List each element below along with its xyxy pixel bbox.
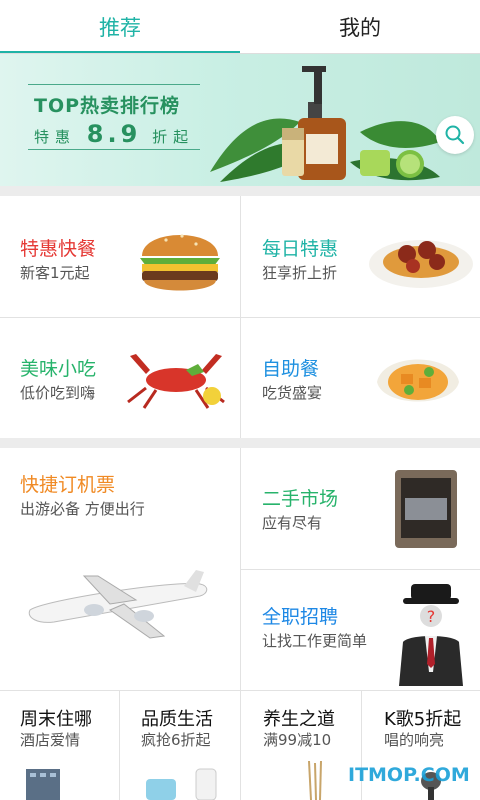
card-flight-booking[interactable]: 快捷订机票 出游必备 方便出行 [0, 448, 240, 690]
banner-sub-suffix: 折起 [152, 128, 195, 146]
top-tab-bar: 推荐 我的 [0, 0, 480, 54]
card-buffet[interactable]: 自助餐 吃货盛宴 [241, 318, 480, 438]
banner-title: TOP热卖排行榜 [34, 95, 181, 117]
phone-icon [395, 470, 457, 548]
search-icon [445, 125, 465, 145]
bottles-icon [146, 768, 217, 800]
tab-mine-label: 我的 [339, 16, 381, 40]
card-subtitle: 应有尽有 [262, 514, 323, 532]
card-title: 自助餐 [262, 358, 320, 380]
banner-subtitle: 特惠 8.9 折起 [34, 120, 194, 148]
card-daily-deal[interactable]: 每日特惠 狂享折上折 [241, 196, 480, 317]
card-second-hand[interactable]: 二手市场 应有尽有 [241, 448, 480, 569]
watermark: ITMOP.COM [348, 764, 470, 786]
card-title: 每日特惠 [262, 238, 339, 260]
card-weekend-stay[interactable]: 周末住哪 酒店爱情 [0, 691, 119, 800]
card-title: 全职招聘 [262, 606, 339, 628]
tab-mine[interactable]: 我的 [240, 0, 480, 54]
dish-icon [377, 359, 459, 402]
card-subtitle: 低价吃到嗨 [20, 384, 96, 402]
tab-recommend-label: 推荐 [99, 16, 141, 40]
card-title: 品质生活 [141, 709, 213, 730]
card-title: 美味小吃 [20, 358, 97, 380]
card-subtitle: 让找工作更简单 [262, 632, 368, 650]
search-button[interactable] [436, 116, 474, 154]
banner-sub-value: 8.9 [86, 120, 142, 148]
card-subtitle: 满99减10 [263, 731, 332, 749]
card-title: 二手市场 [262, 488, 339, 510]
spaghetti-icon [369, 240, 473, 288]
cosmetics-products-icon [210, 66, 440, 182]
card-title: 快捷订机票 [20, 474, 116, 496]
burger-icon [140, 234, 220, 291]
building-icon [26, 769, 60, 800]
card-subtitle: 狂享折上折 [262, 264, 338, 282]
card-subtitle: 吃货盛宴 [262, 384, 323, 402]
svg-text:?: ? [427, 607, 436, 626]
promo-banner[interactable]: TOP热卖排行榜 特惠 8.9 折起 [0, 54, 480, 186]
card-wellness[interactable]: 养生之道 满99减10 [241, 691, 361, 800]
card-subtitle: 新客1元起 [20, 264, 90, 282]
card-quality-life[interactable]: 品质生活 疯抢6折起 [120, 691, 240, 800]
incense-icon [308, 761, 322, 800]
airplane-icon [28, 570, 208, 639]
card-title: 周末住哪 [20, 709, 92, 730]
card-title: 养生之道 [263, 709, 335, 730]
card-subtitle: 出游必备 方便出行 [20, 500, 145, 518]
card-title: 特惠快餐 [20, 238, 97, 260]
card-subtitle: 疯抢6折起 [141, 731, 211, 749]
card-subtitle: 唱的响亮 [384, 731, 445, 749]
businessman-icon: ? [399, 584, 463, 686]
card-subtitle: 酒店爱情 [20, 731, 81, 749]
card-fast-food[interactable]: 特惠快餐 新客1元起 [0, 196, 240, 317]
card-jobs[interactable]: 全职招聘 让找工作更简单 ? [241, 570, 480, 690]
lobster-icon [127, 354, 225, 409]
tab-recommend[interactable]: 推荐 [0, 0, 240, 54]
card-title: K歌5折起 [384, 709, 462, 730]
card-snacks[interactable]: 美味小吃 低价吃到嗨 [0, 318, 240, 438]
banner-sub-prefix: 特惠 [34, 128, 77, 146]
